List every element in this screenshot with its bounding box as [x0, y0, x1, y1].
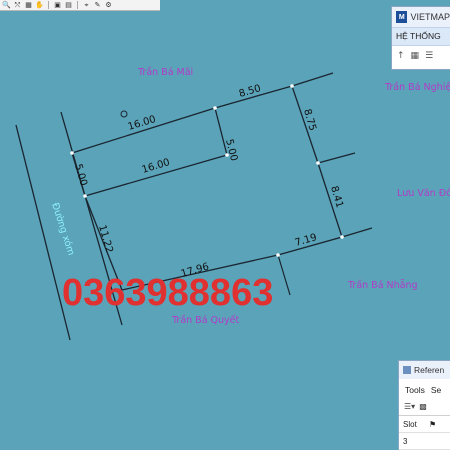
road-label: Đường xóm	[49, 202, 76, 257]
pointer-icon[interactable]: ↑	[397, 51, 405, 61]
dim-label: 5.00	[72, 163, 89, 187]
reference-panel: Referen Tools Se ☰▾ ▩ Slot ⚑ 3	[398, 360, 450, 450]
select-icon[interactable]: ▦	[24, 1, 33, 10]
reference-table: Slot ⚑ 3	[399, 416, 450, 450]
vertex-point[interactable]	[340, 235, 344, 239]
flag-icon: ⚑	[429, 419, 437, 429]
image-icon[interactable]: ▤	[64, 1, 73, 10]
neighbor-label-southeast: Trần Bá Nhẵng	[347, 280, 418, 291]
pan-icon[interactable]: ✋	[35, 1, 44, 10]
vietmap-icon-row: ↑ ▦ ☰	[392, 46, 450, 61]
vietmap-panel: M VIETMAP HỆ THỐNG ↑ ▦ ☰	[391, 6, 450, 70]
layer-icon[interactable]: ▣	[53, 1, 62, 10]
reference-title: Referen	[414, 365, 445, 375]
dim-label: 5.00	[223, 138, 239, 162]
map-canvas[interactable]: 16.00 8.50 5.00 16.00 5.00 8.75 8.41 11.…	[0, 0, 450, 450]
reference-titlebar[interactable]: Referen	[399, 361, 450, 379]
edit-icon[interactable]: ✎	[93, 1, 102, 10]
map-toolbar: 🔍 ⤲ ▦ ✋ ▣ ▤ ⌖ ✎ ⚙	[0, 0, 160, 11]
neighbor-label-north: Trần Bá Mãi	[137, 67, 193, 78]
zoom-extent-icon[interactable]: ⤲	[13, 1, 22, 10]
vietmap-menu-system[interactable]: HỆ THỐNG	[392, 27, 450, 46]
dim-label: 8.41	[328, 185, 345, 209]
vietmap-logo-icon: M	[396, 11, 408, 23]
neighbor-line-southeast	[341, 227, 373, 238]
neighbor-label-east-top: Trần Bá Nghiệ	[384, 82, 450, 93]
settings-icon[interactable]: ⚙	[104, 1, 113, 10]
toolbar-divider	[77, 1, 78, 9]
dim-label: 11.22	[96, 224, 114, 255]
vietmap-title: VIETMAP	[410, 12, 450, 22]
neighbor-line-north	[291, 72, 334, 87]
neighbor-label-east-mid: Lưu Văn Đồ	[397, 188, 450, 199]
menu-settings[interactable]: Se	[431, 383, 441, 397]
reference-toolbar: ☰▾ ▩	[399, 397, 450, 416]
toolbar-divider	[48, 1, 49, 9]
properties-icon[interactable]: ☰	[425, 51, 433, 61]
reference-menubar: Tools Se	[399, 383, 450, 397]
marker-circle-icon	[120, 110, 128, 118]
phone-number-overlay: 0363988863	[62, 272, 273, 314]
attach-icon[interactable]: ▩	[419, 402, 427, 411]
zoom-icon[interactable]: 🔍	[2, 1, 11, 10]
vertex-point[interactable]	[213, 106, 217, 110]
vertex-point[interactable]	[70, 151, 74, 155]
reference-window-icon	[403, 366, 411, 374]
vietmap-titlebar[interactable]: M VIETMAP	[392, 7, 450, 27]
list-icon[interactable]: ☰▾	[404, 402, 415, 411]
table-icon[interactable]: ▦	[411, 51, 420, 61]
slot-cell: 3	[403, 436, 408, 446]
dim-label: 7.19	[294, 232, 318, 249]
vertex-point[interactable]	[276, 253, 280, 257]
vertex-point[interactable]	[290, 84, 294, 88]
table-row[interactable]: 3	[399, 433, 450, 450]
neighbor-label-south: Trần Bá Quyết	[171, 315, 239, 326]
neighbor-line-south	[277, 254, 291, 296]
snap-icon[interactable]: ⌖	[82, 1, 91, 10]
menu-tools[interactable]: Tools	[405, 383, 425, 397]
neighbor-line-east	[317, 152, 356, 164]
vertex-point[interactable]	[83, 194, 87, 198]
dim-label: 16.00	[127, 114, 158, 133]
column-header-slot[interactable]: Slot	[399, 420, 429, 429]
vertex-point[interactable]	[316, 161, 320, 165]
table-header-row: Slot ⚑	[399, 416, 450, 433]
